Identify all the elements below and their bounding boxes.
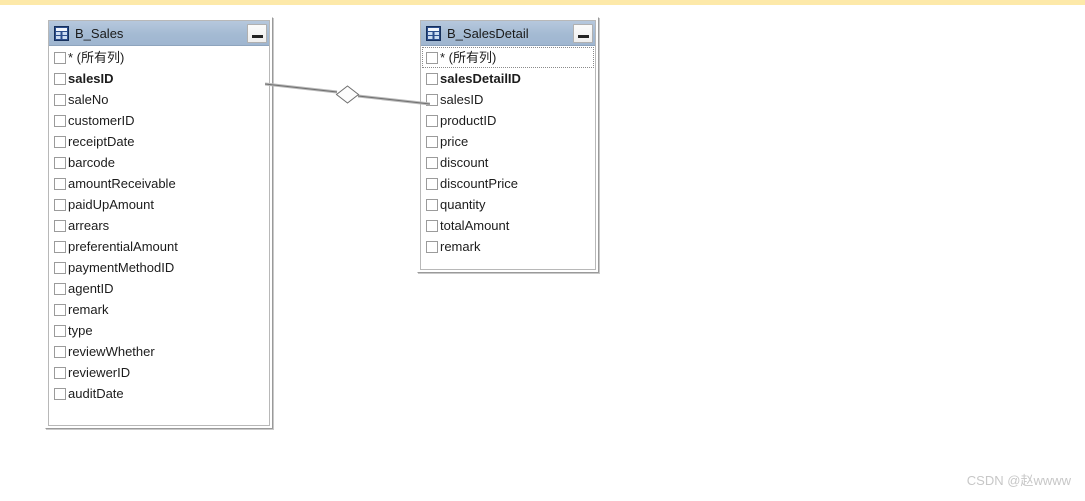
column-label: * (所有列) (68, 50, 125, 65)
column-checkbox[interactable] (54, 261, 66, 274)
column-row[interactable]: discountPrice (422, 173, 594, 194)
column-checkbox[interactable] (426, 93, 438, 106)
diagram-canvas[interactable]: B_Sales * (所有列) salesID saleNo customerID re… (0, 5, 1085, 501)
column-row[interactable]: salesID (50, 68, 268, 89)
column-checkbox[interactable] (54, 366, 66, 379)
column-row[interactable]: price (422, 131, 594, 152)
column-row[interactable]: arrears (50, 215, 268, 236)
column-checkbox[interactable] (426, 198, 438, 211)
column-label: salesDetailID (440, 71, 521, 86)
column-label: salesID (440, 92, 484, 107)
column-row[interactable]: * (所有列) (422, 47, 594, 68)
column-label: price (440, 134, 469, 149)
column-checkbox[interactable] (426, 114, 438, 127)
table-icon (426, 25, 441, 41)
column-checkbox[interactable] (54, 177, 66, 190)
table-title-label: B_Sales (75, 25, 124, 41)
column-checkbox[interactable] (54, 51, 66, 64)
column-row[interactable]: discount (422, 152, 594, 173)
minimize-button[interactable] (247, 23, 267, 43)
column-label: remark (440, 239, 481, 254)
column-row[interactable]: quantity (422, 194, 594, 215)
column-checkbox[interactable] (54, 156, 66, 169)
column-label: amountReceivable (68, 176, 176, 191)
column-label: paymentMethodID (68, 260, 175, 275)
column-row[interactable]: barcode (50, 152, 268, 173)
column-row[interactable]: salesID (422, 89, 594, 110)
column-label: totalAmount (440, 218, 510, 233)
minimize-button[interactable] (573, 23, 593, 43)
column-row[interactable]: remark (422, 236, 594, 257)
column-list[interactable]: * (所有列) salesID saleNo customerID receiptDat… (49, 46, 269, 425)
column-checkbox[interactable] (54, 219, 66, 232)
relationship-connector[interactable] (265, 65, 430, 125)
table-panel-inner: B_SalesDetail * (所有列) salesDetailID salesI… (420, 20, 596, 270)
column-label: customerID (68, 113, 135, 128)
table-panel-inner: B_Sales * (所有列) salesID saleNo customerID re… (48, 20, 270, 426)
column-checkbox[interactable] (54, 114, 66, 127)
column-row[interactable]: reviewWhether (50, 341, 268, 362)
column-label: paidUpAmount (68, 197, 154, 212)
column-row[interactable]: amountReceivable (50, 173, 268, 194)
column-row[interactable]: receiptDate (50, 131, 268, 152)
column-row[interactable]: saleNo (50, 89, 268, 110)
column-checkbox[interactable] (54, 282, 66, 295)
column-label: remark (68, 302, 109, 317)
column-label: saleNo (68, 92, 109, 107)
column-label: arrears (68, 218, 110, 233)
column-row[interactable]: reviewerID (50, 362, 268, 383)
column-checkbox[interactable] (426, 135, 438, 148)
column-row[interactable]: type (50, 320, 268, 341)
column-label: salesID (68, 71, 114, 86)
column-checkbox[interactable] (54, 93, 66, 106)
column-row[interactable]: agentID (50, 278, 268, 299)
column-list[interactable]: * (所有列) salesDetailID salesID productID pric… (421, 46, 595, 269)
column-row[interactable]: paidUpAmount (50, 194, 268, 215)
table-title-bar[interactable]: B_SalesDetail (421, 21, 595, 46)
column-label: agentID (68, 281, 114, 296)
column-checkbox[interactable] (54, 240, 66, 253)
table-title-bar[interactable]: B_Sales (49, 21, 269, 46)
column-checkbox[interactable] (426, 177, 438, 190)
column-row[interactable]: totalAmount (422, 215, 594, 236)
column-checkbox[interactable] (426, 219, 438, 232)
relationship-diamond-marker (335, 85, 360, 104)
watermark: CSDN @赵wwww (966, 473, 1071, 488)
column-checkbox[interactable] (54, 198, 66, 211)
column-checkbox[interactable] (54, 303, 66, 316)
column-label: reviewWhether (68, 344, 155, 359)
column-checkbox[interactable] (54, 72, 66, 85)
column-row[interactable]: paymentMethodID (50, 257, 268, 278)
column-row[interactable]: auditDate (50, 383, 268, 404)
table-icon (54, 25, 69, 41)
column-row[interactable]: salesDetailID (422, 68, 594, 89)
column-label: reviewerID (68, 365, 131, 380)
column-row[interactable]: productID (422, 110, 594, 131)
column-label: productID (440, 113, 497, 128)
column-checkbox[interactable] (54, 135, 66, 148)
column-checkbox[interactable] (426, 72, 438, 85)
table-title-label: B_SalesDetail (447, 25, 529, 41)
column-label: discountPrice (440, 176, 519, 191)
column-row[interactable]: * (所有列) (50, 47, 268, 68)
column-label: discount (440, 155, 489, 170)
column-checkbox[interactable] (426, 240, 438, 253)
column-checkbox[interactable] (426, 156, 438, 169)
column-label: auditDate (68, 386, 124, 401)
column-checkbox[interactable] (426, 51, 438, 64)
column-row[interactable]: remark (50, 299, 268, 320)
column-label: receiptDate (68, 134, 135, 149)
column-label: preferentialAmount (68, 239, 178, 254)
column-label: * (所有列) (440, 50, 497, 65)
column-label: barcode (68, 155, 115, 170)
column-label: type (68, 323, 93, 338)
column-checkbox[interactable] (54, 345, 66, 358)
column-checkbox[interactable] (54, 387, 66, 400)
column-row[interactable]: preferentialAmount (50, 236, 268, 257)
table-panel-b-salesdetail[interactable]: B_SalesDetail * (所有列) salesDetailID salesI… (417, 17, 599, 273)
table-panel-b-sales[interactable]: B_Sales * (所有列) salesID saleNo customerID re… (45, 17, 273, 429)
column-label: quantity (440, 197, 486, 212)
column-row[interactable]: customerID (50, 110, 268, 131)
column-checkbox[interactable] (54, 324, 66, 337)
